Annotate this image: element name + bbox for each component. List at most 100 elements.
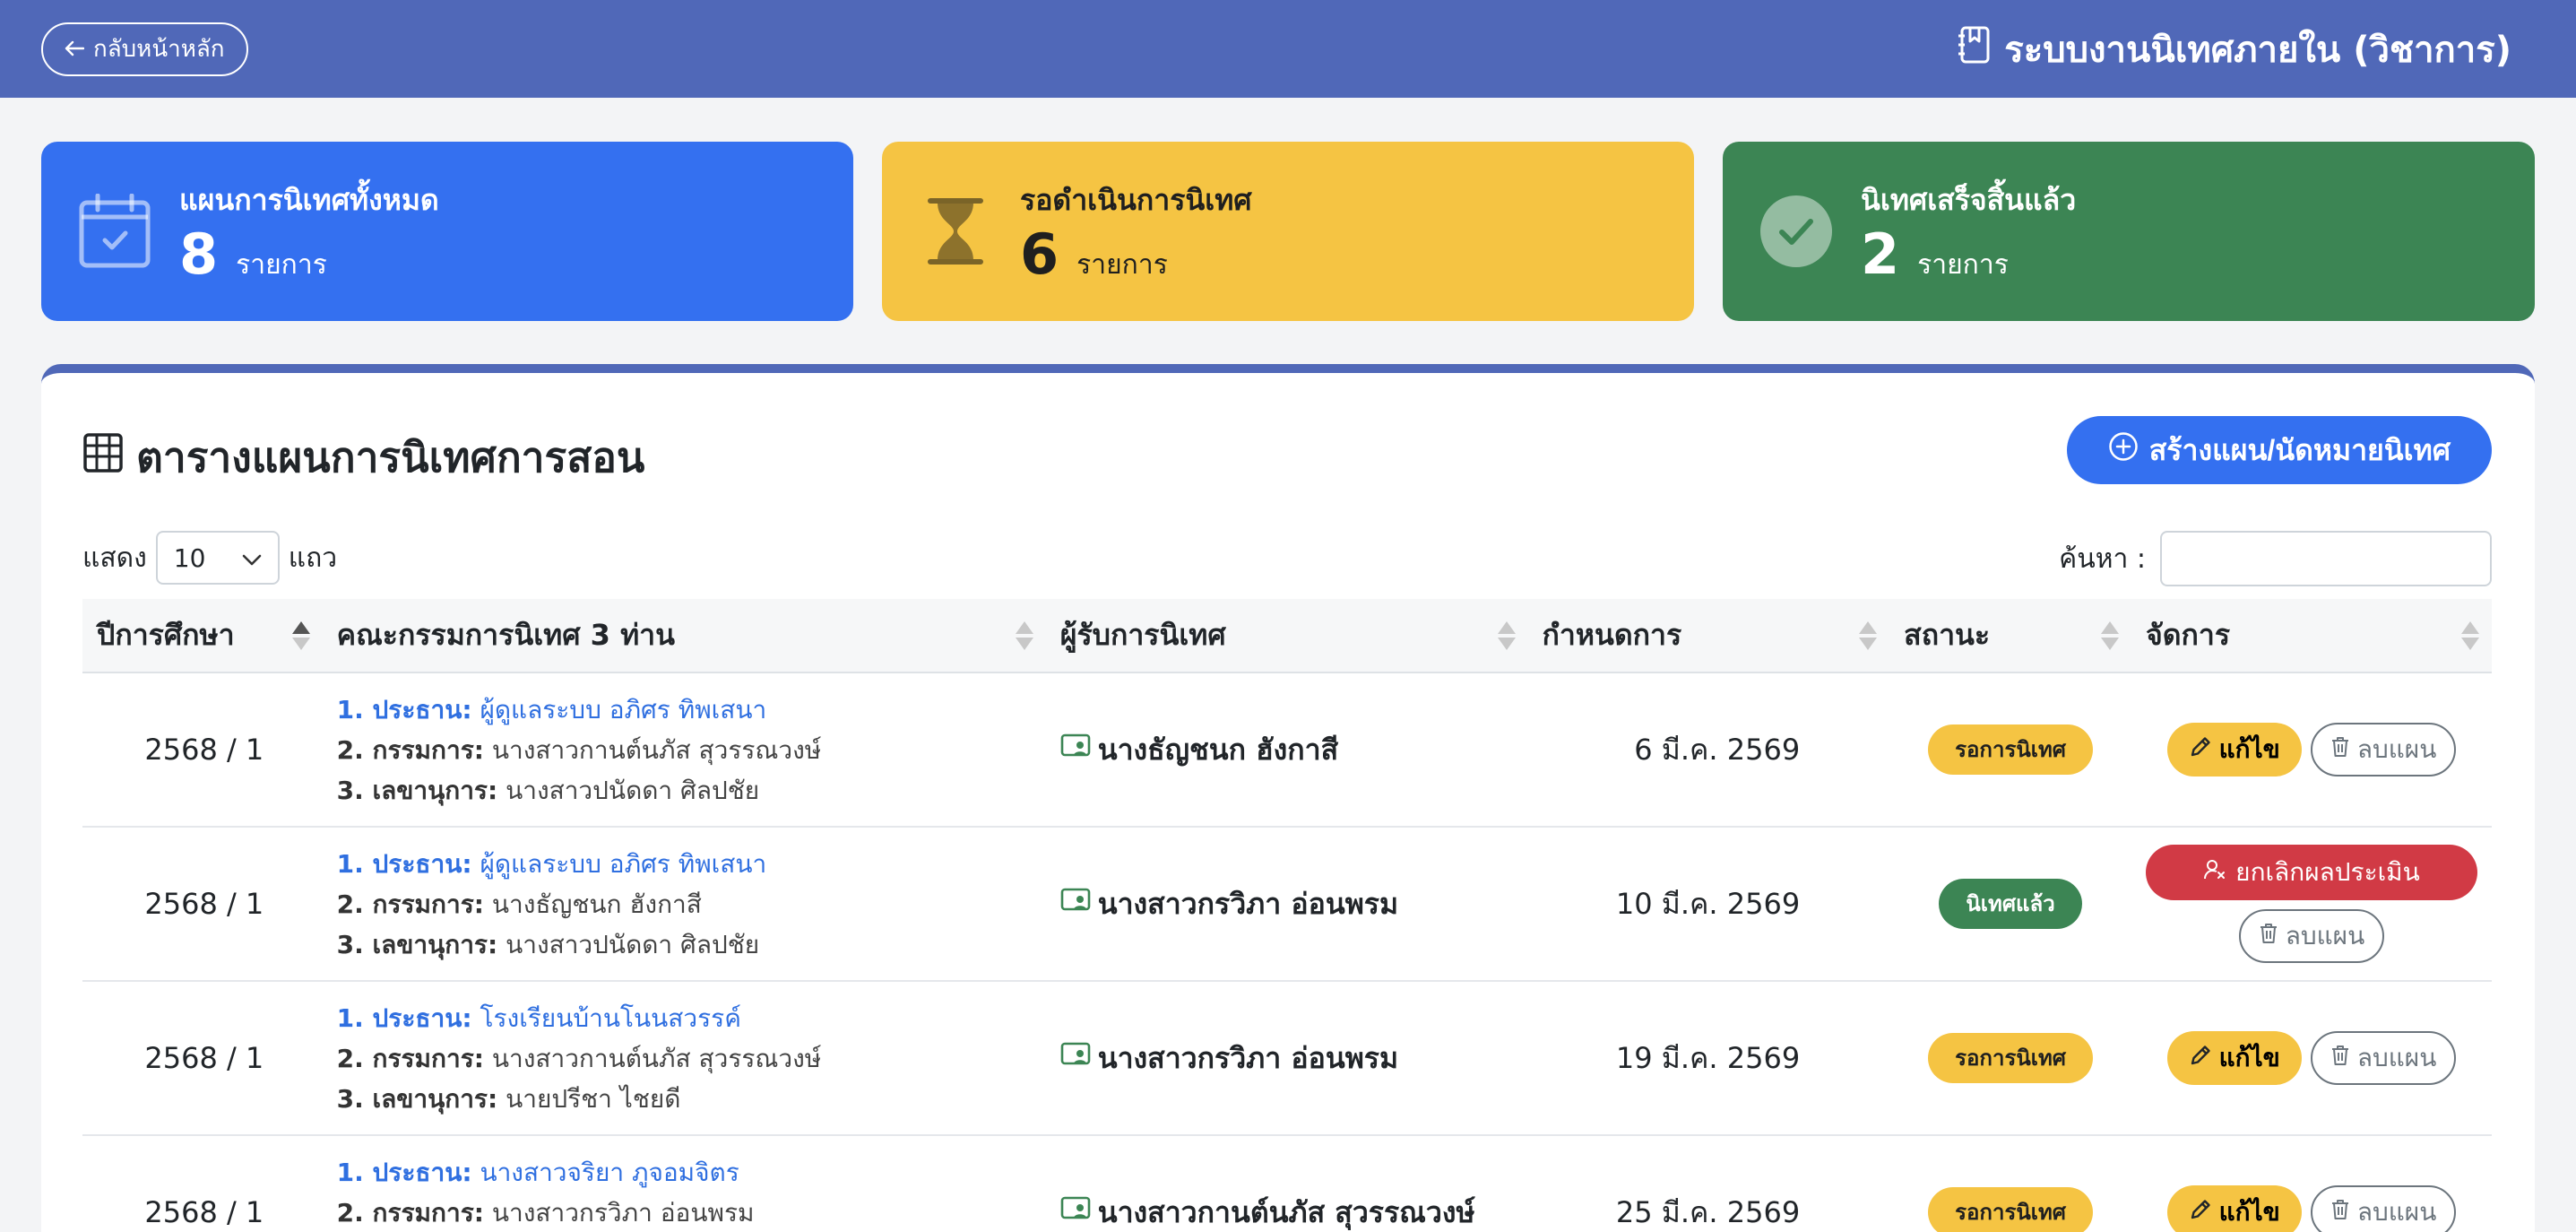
trash-icon: [2330, 735, 2350, 765]
column-header-committee[interactable]: คณะกรรมการนิเทศ 3 ท่าน: [322, 599, 1046, 673]
cancel-evaluation-button[interactable]: ยกเลิกผลประเมิน: [2145, 845, 2477, 900]
actions-cell: ยกเลิกผลประเมิน ลบแผน: [2131, 827, 2492, 982]
column-header-status[interactable]: สถานะ: [1889, 599, 2131, 673]
create-plan-label: สร้างแผน/นัดหมายนิเทศ: [2148, 433, 2451, 466]
edit-button[interactable]: แก้ไข: [2166, 1185, 2302, 1232]
chair-line: 1. ประธาน: นางสาวจริยา ภูจอมจิตร: [336, 1157, 739, 1187]
person-video-icon: [1060, 1195, 1091, 1229]
stat-card-pending: รอดำเนินการนิเทศ 6 รายการ: [882, 142, 1694, 321]
stat-label: แผนการนิเทศทั้งหมด: [179, 182, 439, 217]
secretary-line: 3. เลขานุการ: นางสาวปนัดดา ศิลปชัย: [336, 775, 760, 805]
person-x-icon: [2203, 858, 2226, 888]
panel-title: ตารางแผนการนิเทศการสอน: [82, 425, 644, 490]
rows-label: แถว: [288, 542, 338, 574]
pencil-icon: [2189, 1198, 2212, 1228]
delete-plan-button[interactable]: ลบแผน: [2310, 1185, 2457, 1232]
column-header-year[interactable]: ปีการศึกษา: [82, 599, 323, 673]
edit-button[interactable]: แก้ไข: [2166, 1031, 2302, 1085]
arrow-left-icon: [65, 35, 85, 63]
date-cell: 10 มี.ค. 2569: [1527, 827, 1890, 982]
sort-icon: [2461, 620, 2479, 650]
stat-card-done: นิเทศเสร็จสิ้นแล้ว 2 รายการ: [1723, 142, 2535, 321]
supervisee-cell: นางธัญชนก ฮังกาสี: [1045, 672, 1528, 828]
top-navbar: กลับหน้าหลัก ระบบงานนิเทศภายใน (วิชาการ): [0, 0, 2576, 98]
table-header-row: ปีการศึกษา คณะกรรมการนิเทศ 3 ท่าน ผู้รับ…: [82, 599, 2492, 673]
hourglass-icon: [916, 192, 995, 271]
supervisee-cell: นางสาวกรวิภา อ่อนพรม: [1045, 981, 1528, 1136]
supervisee-cell: นางสาวกานต์นภัส สุวรรณวงษ์: [1045, 1135, 1528, 1232]
chair-line: 1. ประธาน: โรงเรียนบ้านโนนสวรรค์: [336, 1002, 741, 1033]
check-circle-icon: [1757, 192, 1836, 271]
date-cell: 19 มี.ค. 2569: [1527, 981, 1890, 1136]
sort-icon: [291, 620, 310, 650]
journal-bookmark-icon: [1958, 25, 1992, 74]
year-cell: 2568 / 1: [82, 827, 323, 982]
calendar-check-icon: [75, 192, 154, 271]
panel-title-text: ตารางแผนการนิเทศการสอน: [136, 433, 645, 482]
stat-count: 2: [1861, 221, 1900, 287]
status-cell: รอการนิเทศ: [1889, 672, 2131, 828]
trash-icon: [2330, 1044, 2350, 1073]
back-home-button[interactable]: กลับหน้าหลัก: [41, 22, 248, 76]
table-row: 2568 / 1 1. ประธาน: โรงเรียนบ้านโนนสวรรค…: [82, 981, 2492, 1136]
pencil-icon: [2189, 735, 2212, 765]
column-header-date[interactable]: กำหนดการ: [1527, 599, 1890, 673]
supervisee-name: นางธัญชนก ฮังกาสี: [1097, 732, 1339, 767]
supervision-table: ปีการศึกษา คณะกรรมการนิเทศ 3 ท่าน ผู้รับ…: [82, 599, 2492, 1232]
page-length-control: แสดง 10 แถว: [82, 531, 337, 585]
status-badge: นิเทศแล้ว: [1939, 879, 2082, 929]
chair-line: 1. ประธาน: ผู้ดูแลระบบ อภิศร ทิพเสนา: [336, 848, 767, 879]
trash-icon: [2259, 922, 2278, 951]
year-cell: 2568 / 1: [82, 981, 323, 1136]
actions-cell: แก้ไข ลบแผน: [2131, 981, 2492, 1136]
table-row: 2568 / 1 1. ประธาน: ผู้ดูแลระบบ อภิศร ทิ…: [82, 827, 2492, 982]
stat-unit: รายการ: [236, 248, 327, 281]
pencil-icon: [2189, 1044, 2212, 1073]
committee-cell: 1. ประธาน: ผู้ดูแลระบบ อภิศร ทิพเสนา 2. …: [322, 672, 1046, 828]
plus-circle-icon: [2108, 431, 2139, 469]
trash-icon: [2330, 1198, 2350, 1228]
delete-plan-button[interactable]: ลบแผน: [2310, 1031, 2457, 1085]
back-home-label: กลับหน้าหลัก: [93, 35, 225, 62]
year-cell: 2568 / 1: [82, 1135, 323, 1232]
member-line: 2. กรรมการ: นางสาวกานต์นภัส สุวรรณวงษ์: [336, 1043, 822, 1073]
sort-icon: [1497, 620, 1516, 650]
delete-plan-button[interactable]: ลบแผน: [2310, 723, 2457, 777]
status-cell: นิเทศแล้ว: [1889, 827, 2131, 982]
committee-cell: 1. ประธาน: ผู้ดูแลระบบ อภิศร ทิพเสนา 2. …: [322, 827, 1046, 982]
page-length-select[interactable]: 10: [155, 531, 280, 585]
member-line: 2. กรรมการ: นางสาวกานต์นภัส สุวรรณวงษ์: [336, 734, 822, 765]
stats-row: แผนการนิเทศทั้งหมด 8 รายการ รอดำเนินการน…: [41, 142, 2535, 321]
sort-icon: [1859, 620, 1878, 650]
actions-cell: แก้ไข ลบแผน: [2131, 672, 2492, 828]
column-header-actions[interactable]: จัดการ: [2131, 599, 2492, 673]
stat-count: 8: [179, 221, 219, 287]
edit-button[interactable]: แก้ไข: [2166, 723, 2302, 777]
create-plan-button[interactable]: สร้างแผน/นัดหมายนิเทศ: [2066, 416, 2492, 484]
stat-card-total: แผนการนิเทศทั้งหมด 8 รายการ: [41, 142, 853, 321]
search-input[interactable]: [2160, 531, 2492, 586]
date-cell: 25 มี.ค. 2569: [1527, 1135, 1890, 1232]
stat-label: นิเทศเสร็จสิ้นแล้ว: [1861, 182, 2077, 217]
table-row: 2568 / 1 1. ประธาน: นางสาวจริยา ภูจอมจิต…: [82, 1135, 2492, 1232]
secretary-line: 3. เลขานุการ: นายปรีชา ไชยดี: [336, 1083, 681, 1114]
stat-unit: รายการ: [1917, 248, 2009, 281]
member-line: 2. กรรมการ: นางสาวกรวิภา อ่อนพรม: [336, 1197, 755, 1228]
status-cell: รอการนิเทศ: [1889, 1135, 2131, 1232]
date-cell: 6 มี.ค. 2569: [1527, 672, 1890, 828]
status-cell: รอการนิเทศ: [1889, 981, 2131, 1136]
person-video-icon: [1060, 1041, 1091, 1075]
status-badge: รอการนิเทศ: [1928, 1187, 2093, 1232]
stat-label: รอดำเนินการนิเทศ: [1020, 182, 1252, 217]
delete-plan-button[interactable]: ลบแผน: [2238, 909, 2385, 963]
secretary-line: 3. เลขานุการ: นางสาวปนัดดา ศิลปชัย: [336, 929, 760, 959]
app-title-text: ระบบงานนิเทศภายใน (วิชาการ): [2004, 29, 2511, 71]
stat-count: 6: [1020, 221, 1059, 287]
column-header-supervisee[interactable]: ผู้รับการนิเทศ: [1045, 599, 1528, 673]
stat-unit: รายการ: [1076, 248, 1168, 281]
actions-cell: แก้ไข ลบแผน: [2131, 1135, 2492, 1232]
page-length-value: 10: [173, 542, 206, 573]
supervisee-name: นางสาวกรวิภา อ่อนพรม: [1097, 1040, 1399, 1075]
app-title: ระบบงานนิเทศภายใน (วิชาการ): [1958, 21, 2511, 78]
supervision-table-panel: ตารางแผนการนิเทศการสอน สร้างแผน/นัดหมายน…: [41, 364, 2535, 1232]
